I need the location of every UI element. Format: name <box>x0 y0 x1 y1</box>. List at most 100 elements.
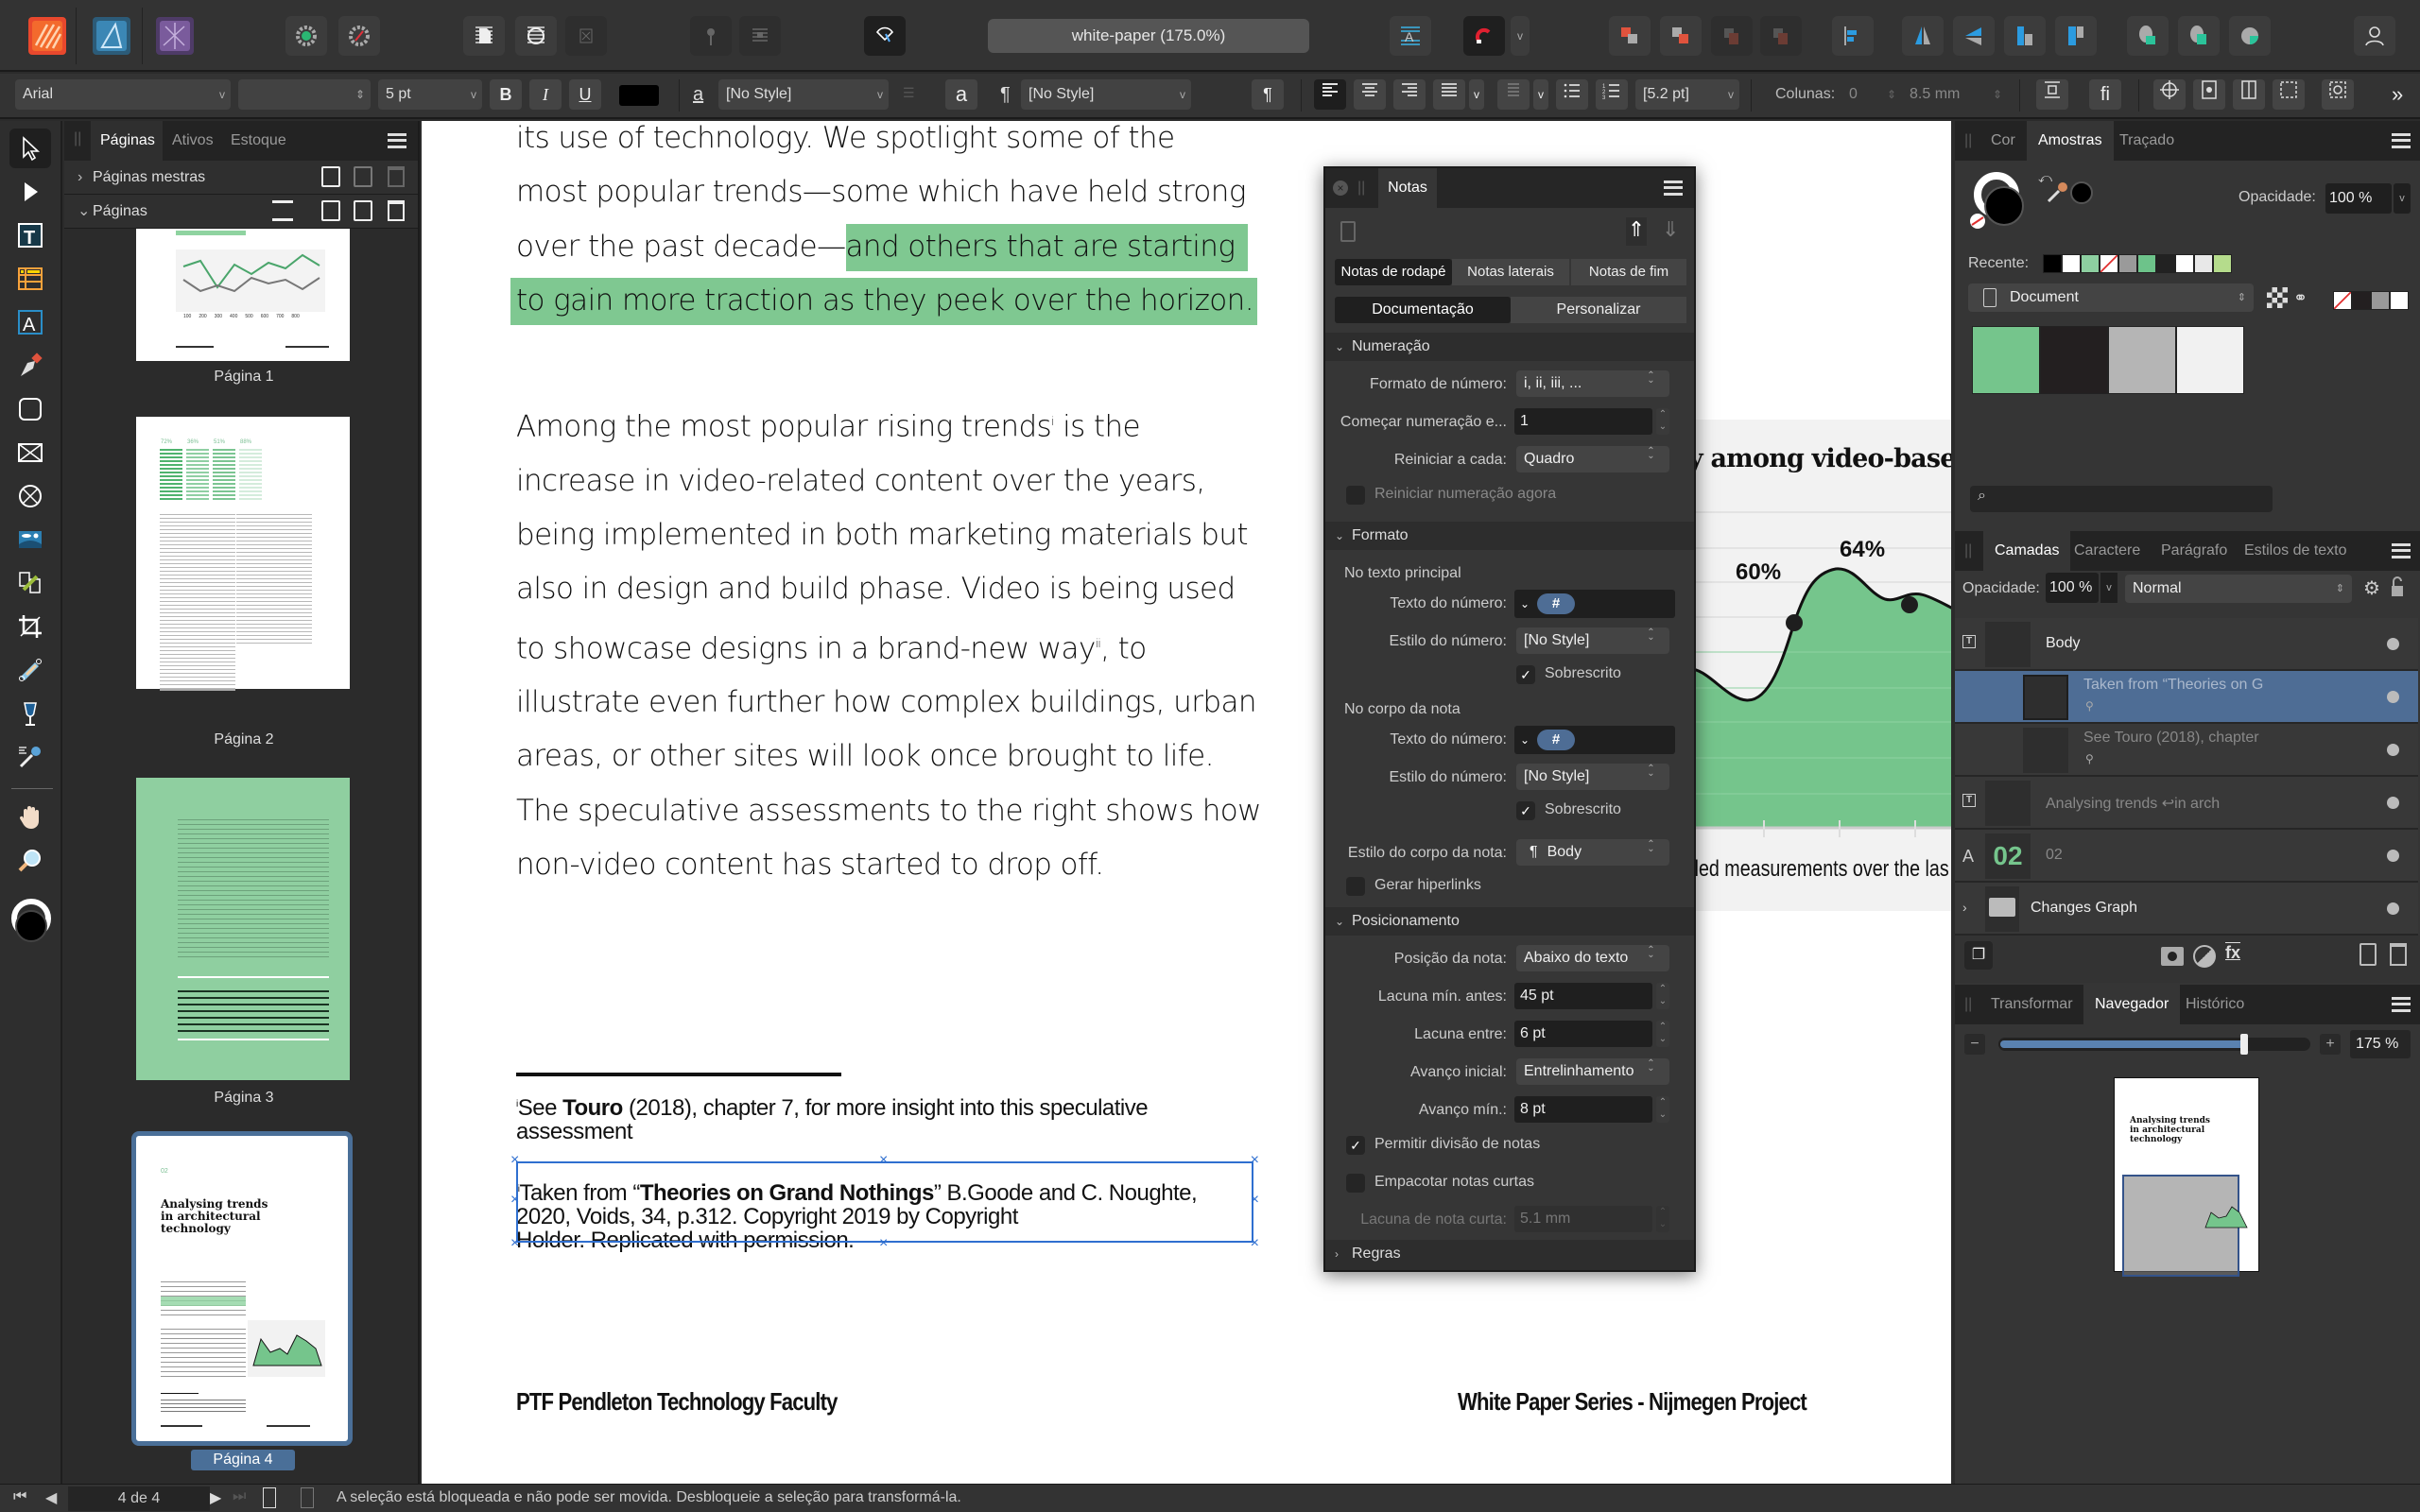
chevron-down-icon[interactable]: ⌄ <box>1520 597 1530 610</box>
note-position-select[interactable]: Abaixo do texto <box>1516 945 1669 971</box>
tab-ativos[interactable]: Ativos <box>172 121 214 161</box>
font-family-select[interactable]: Arial v <box>15 79 231 110</box>
note-body-style-select[interactable]: ¶ Body <box>1516 839 1669 866</box>
frame-text-tool-icon[interactable]: T <box>9 215 51 255</box>
recent-swatch[interactable] <box>2043 254 2062 273</box>
first-page-icon[interactable]: ⏮ <box>13 1488 26 1505</box>
hand-tool-icon[interactable] <box>9 798 51 837</box>
zoom-in-button[interactable]: + <box>2320 1034 2341 1055</box>
text-frame-properties-button[interactable] <box>2036 79 2068 110</box>
leading-field[interactable]: [5.2 pt] v <box>1635 79 1739 110</box>
zoom-slider-thumb[interactable] <box>2239 1034 2248 1055</box>
next-page-icon[interactable]: ▶ <box>210 1488 221 1507</box>
spread-view-icon[interactable] <box>301 1487 314 1508</box>
initial-advance-select[interactable]: Entrelinhamento <box>1516 1058 1669 1085</box>
toolbar-overflow-button[interactable]: » <box>2392 79 2403 110</box>
restart-every-select[interactable]: Quadro <box>1516 446 1669 472</box>
tab-sidenotes[interactable]: Notas laterais <box>1452 259 1569 285</box>
delete-page-icon[interactable] <box>388 200 405 221</box>
selection-handle[interactable]: × <box>510 1192 519 1209</box>
superscript-checkbox[interactable]: ✓ <box>1516 665 1535 684</box>
add-swatch-icon[interactable] <box>2267 287 2288 308</box>
pack-short-notes-checkbox[interactable] <box>1346 1174 1365 1193</box>
layer-row[interactable]: A 02 02 <box>1955 830 2418 883</box>
eyedropper-icon[interactable] <box>2046 180 2070 204</box>
start-numbering-stepper[interactable]: ⌃ ⌄ <box>1656 408 1669 435</box>
photo-persona-icon[interactable] <box>156 17 194 55</box>
pages-section[interactable]: ⌄ Páginas <box>64 195 418 229</box>
tab-caractere[interactable]: Caractere <box>2074 531 2140 571</box>
gap-between-stepper[interactable]: ⌃ ⌄ <box>1656 1021 1669 1047</box>
palette-swatch[interactable] <box>2040 326 2108 394</box>
arrange-forward-icon[interactable] <box>1660 16 1702 56</box>
layer-row[interactable]: Taken from “Theories on G ⚲ <box>1955 671 2418 724</box>
ligatures-button[interactable]: fi <box>2089 79 2121 110</box>
recent-swatch[interactable] <box>2100 254 2118 273</box>
align-center-button[interactable] <box>1354 79 1386 110</box>
bold-button[interactable]: B <box>490 79 522 110</box>
body-paragraph-2[interactable]: Among the most popular rising trendsi is… <box>516 395 1262 892</box>
tab-historico[interactable]: Histórico <box>2186 985 2244 1024</box>
short-note-gap-stepper[interactable]: ⌃ ⌄ <box>1656 1206 1669 1232</box>
text-color-swatch[interactable] <box>619 85 659 106</box>
page-thumbnail-3[interactable] <box>136 778 350 1080</box>
recent-swatch[interactable] <box>2156 254 2175 273</box>
number-token-2[interactable]: # <box>1537 729 1576 750</box>
page-thumbnail-4[interactable]: 02 Analysing trends in architectural tec… <box>131 1131 353 1446</box>
visibility-dot[interactable] <box>2387 691 2399 703</box>
duplicate-master-icon[interactable] <box>354 166 372 187</box>
vertical-align-button[interactable] <box>1497 79 1530 110</box>
number-format-select[interactable]: i, ii, iii, ... <box>1516 370 1669 397</box>
chevron-down-icon[interactable]: ⌄ <box>1520 733 1530 747</box>
duplicate-page-icon[interactable] <box>354 200 372 221</box>
changes-graph[interactable]: y among video-based 60% 64% ded measurem… <box>1688 420 1953 911</box>
boolean-intersect-icon[interactable] <box>2229 16 2271 56</box>
restart-now-checkbox[interactable] <box>1346 486 1365 505</box>
delete-layer-icon[interactable] <box>2390 943 2407 966</box>
palette-swatch[interactable] <box>2176 326 2244 394</box>
page-indicator[interactable]: 4 de 4 <box>68 1486 210 1511</box>
artistic-text-tool-icon[interactable]: A <box>9 302 51 342</box>
quick-swatch[interactable] <box>2352 291 2371 310</box>
layer-lock-icon[interactable] <box>2392 576 2403 597</box>
gap-between-input[interactable]: 6 pt <box>1514 1021 1652 1047</box>
panel-grip-icon[interactable]: || <box>1964 996 1972 1013</box>
recent-swatch[interactable] <box>2118 254 2137 273</box>
selection-handle[interactable]: × <box>1251 1235 1259 1252</box>
frame-link-button[interactable] <box>2322 79 2354 110</box>
pin-icon[interactable] <box>690 16 732 56</box>
palette-swatch[interactable] <box>2108 326 2176 394</box>
rotate-right-icon[interactable] <box>2055 16 2097 56</box>
format-section-header[interactable]: ⌄ Formato <box>1325 522 1694 550</box>
recent-swatch[interactable] <box>2175 254 2194 273</box>
text-wrap-icon[interactable] <box>739 16 781 56</box>
text-frame-icon[interactable]: T <box>1962 794 1976 807</box>
number-text-field-2[interactable]: ⌄ # <box>1514 726 1675 754</box>
recent-swatch[interactable] <box>2137 254 2156 273</box>
align-left-button[interactable] <box>1314 79 1346 110</box>
single-page-view-icon[interactable] <box>263 1487 276 1508</box>
tab-navegador[interactable]: Navegador <box>2083 985 2181 1024</box>
numbered-list-button[interactable]: 123 <box>1596 79 1628 110</box>
selection-handle[interactable]: × <box>879 1235 888 1252</box>
min-gap-before-input[interactable]: 45 pt <box>1514 983 1652 1009</box>
previous-page-icon[interactable]: ◀ <box>45 1488 57 1507</box>
fx-icon[interactable]: fx <box>2225 943 2240 963</box>
underline-button[interactable]: U <box>569 79 601 110</box>
quick-swatch[interactable] <box>2371 291 2390 310</box>
previous-note-icon[interactable]: ⇑ <box>1626 217 1647 246</box>
recent-swatch[interactable] <box>2081 254 2100 273</box>
tab-paginas[interactable]: Páginas <box>91 121 163 161</box>
min-gap-before-stepper[interactable]: ⌃ ⌄ <box>1656 983 1669 1009</box>
snapping-magnet-icon[interactable] <box>1463 16 1505 56</box>
arrange-backmost-icon[interactable] <box>1760 16 1802 56</box>
rules-section-header[interactable]: › Regras <box>1325 1240 1694 1270</box>
selection-bounding-box[interactable]: × × × × × × × × <box>510 1152 1259 1251</box>
zoom-slider[interactable] <box>1998 1034 2310 1055</box>
ellipse-frame-tool-icon[interactable] <box>9 476 51 516</box>
recent-swatch[interactable] <box>2194 254 2213 273</box>
vector-crop-tool-icon[interactable] <box>9 563 51 603</box>
number-style-select[interactable]: [No Style] <box>1516 627 1669 654</box>
opacity-dropdown[interactable]: v <box>2394 183 2411 214</box>
panel-grip-icon[interactable]: || <box>1964 542 1972 559</box>
